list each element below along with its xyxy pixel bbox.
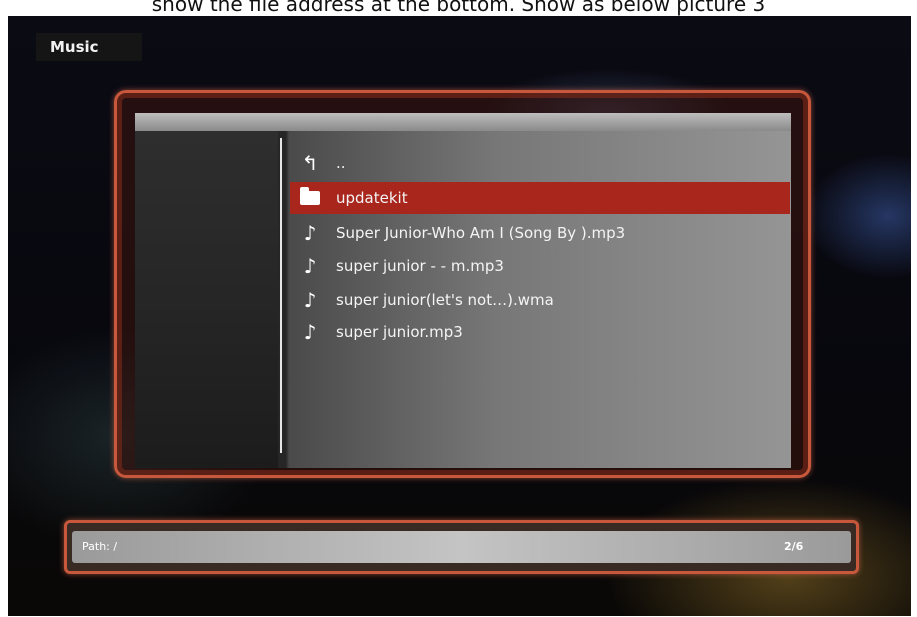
music-note-icon: ♪ [303, 221, 317, 245]
list-item-parent[interactable]: ↰ .. [290, 147, 790, 179]
list-header [135, 113, 791, 131]
up-arrow-icon: ↰ [301, 151, 319, 175]
list-item-label: super junior - - m.mp3 [336, 257, 504, 275]
file-path: Path: / [82, 540, 118, 553]
list-item-label: super junior(let's not…).wma [336, 291, 554, 309]
list-item-label: super junior.mp3 [336, 323, 463, 341]
pane-divider [280, 138, 282, 453]
list-item-updatekit[interactable]: updatekit [290, 182, 790, 214]
music-note-icon: ♪ [303, 288, 317, 312]
list-item-label: updatekit [336, 189, 408, 207]
folder-icon [296, 182, 324, 214]
list-item-track[interactable]: ♪ super junior(let's not…).wma [290, 284, 790, 316]
list-item-label: .. [336, 154, 346, 172]
music-note-icon: ♪ [303, 254, 317, 278]
status-bar-inner [72, 531, 851, 563]
preview-pane [135, 131, 278, 468]
list-item-track[interactable]: ♪ super junior.mp3 [290, 316, 790, 348]
caption: show the file address at the bottom. Sho… [151, 0, 766, 16]
list-item-track[interactable]: ♪ Super Junior-Who Am I (Song By ).mp3 [290, 217, 790, 249]
page-title: Music [36, 33, 142, 61]
list-item-track[interactable]: ♪ super junior - - m.mp3 [290, 250, 790, 282]
list-item-label: Super Junior-Who Am I (Song By ).mp3 [336, 224, 626, 242]
item-count: 2/6 [784, 540, 804, 553]
music-note-icon: ♪ [303, 320, 317, 344]
